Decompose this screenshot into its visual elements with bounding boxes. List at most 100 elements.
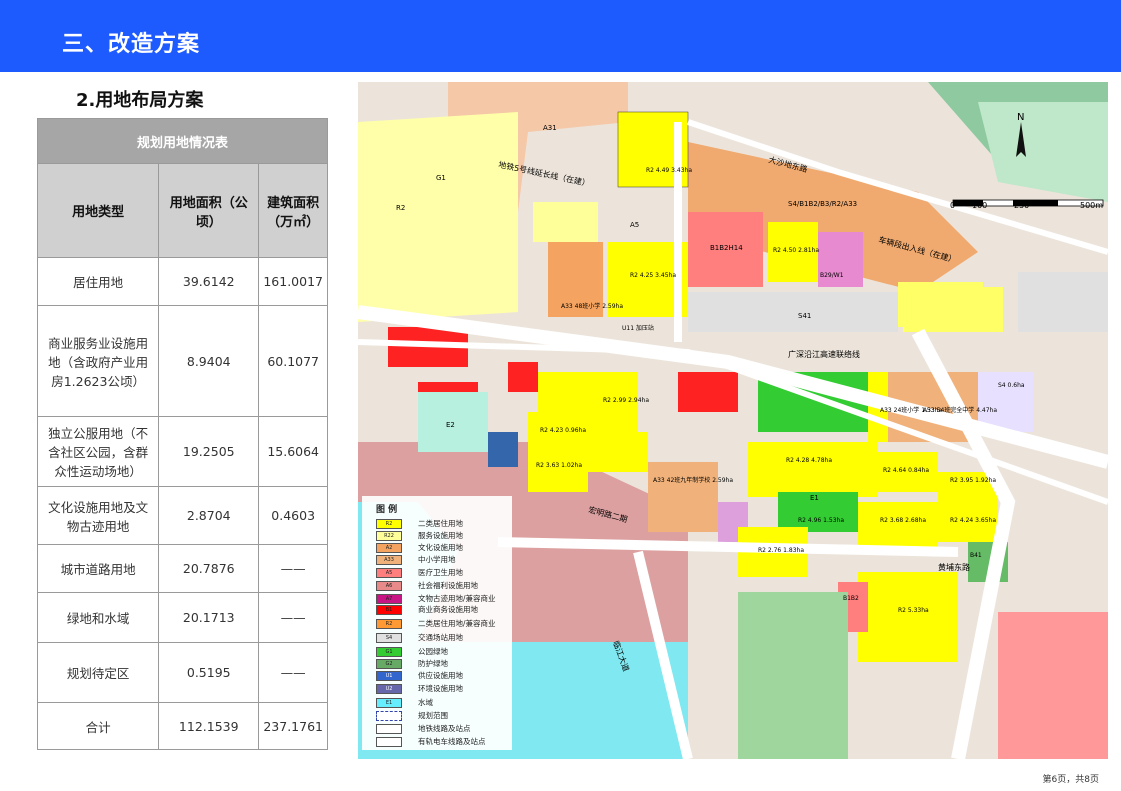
legend-label: 地铁线路及站点: [418, 724, 471, 733]
legend-swatch: A2: [376, 543, 402, 553]
zone-label: S4 0.6ha: [998, 382, 1025, 389]
table-row: 绿地和水域 20.1713 ——: [36, 592, 328, 643]
cell-floor: ——: [258, 544, 328, 593]
cell-floor: 60.1077: [258, 305, 328, 417]
legend-swatch: G1: [376, 647, 402, 657]
metro-line-icon: [376, 724, 402, 734]
scale-0: 0: [950, 201, 955, 210]
page-number: 第6页，共8页: [1042, 775, 1099, 785]
title-banner: 三、改造方案: [0, 0, 1121, 72]
zone-label: R2 4.28 4.78ha: [786, 457, 832, 464]
zone-label: S41: [798, 312, 811, 320]
section-subtitle: 2.用地布局方案: [76, 90, 204, 111]
legend-swatch: A33: [376, 555, 402, 565]
table-row: 规划待定区 0.5195 ——: [36, 642, 328, 703]
legend-swatch: B1: [376, 605, 402, 615]
column-header-area: 用地面积（公顷）: [158, 163, 260, 258]
scale-500: 500m: [1080, 201, 1103, 210]
cell-area: 0.5195: [158, 642, 260, 703]
cell-type: 规划待定区: [36, 642, 160, 703]
legend-item: B1 商业商务设施用地: [376, 604, 512, 615]
cell-floor: ——: [258, 642, 328, 703]
tram-line-icon: [376, 737, 402, 747]
legend-swatch: A5: [376, 568, 402, 578]
legend-item: R2 二类居住用地/兼容商业: [376, 618, 512, 629]
legend-label: 社会福利设施用地: [418, 581, 478, 590]
zone-label: R2 5.33ha: [898, 607, 929, 614]
land-use-table: 规划用地情况表 用地类型 用地面积（公顷） 建筑面积（万㎡） 居住用地 39.6…: [36, 118, 328, 750]
table-row: 合计 112.1539 237.1761: [36, 702, 328, 750]
table-row: 城市道路用地 20.7876 ——: [36, 544, 328, 593]
legend-item: A2 文化设施用地: [376, 542, 512, 553]
legend-swatch: A7: [376, 594, 402, 604]
legend-item: G2 防护绿地: [376, 658, 512, 669]
legend-label: 规划范围: [418, 711, 448, 720]
legend-item: 地铁线路及站点: [376, 723, 512, 734]
legend-item: A33 中小学用地: [376, 554, 512, 565]
legend-label: 防护绿地: [418, 659, 448, 668]
table-row: 商业服务业设施用地（含政府产业用房1.2623公顷） 8.9404 60.107…: [36, 305, 328, 417]
legend-item: R2 二类居住用地: [376, 518, 512, 529]
cell-area: 39.6142: [158, 257, 260, 306]
legend-swatch-boundary: [376, 711, 402, 721]
road-label: 黄埔东路: [938, 562, 970, 572]
cell-type: 文化设施用地及文物古迹用地: [36, 486, 160, 545]
table-row: 独立公服用地（不含社区公园，含群众性运动场地） 19.2505 15.6064: [36, 416, 328, 487]
cell-floor: 0.4603: [258, 486, 328, 545]
cell-area: 2.8704: [158, 486, 260, 545]
legend-label: 二类居住用地: [418, 519, 463, 528]
legend-swatch: G2: [376, 659, 402, 669]
zone-label: B41: [970, 552, 982, 559]
zone-label: R2 4.50 2.81ha: [773, 247, 819, 254]
legend-swatch: R22: [376, 531, 402, 541]
legend-item: 规划范围: [376, 710, 512, 721]
scale-250: 250: [1014, 201, 1029, 210]
zone-label: R2 2.99 2.94ha: [603, 397, 649, 404]
zone-label: R2 3.95 1.92ha: [950, 477, 996, 484]
legend-swatch: U2: [376, 684, 402, 694]
legend-item: A7 文物古迹用地/兼容商业: [376, 593, 512, 604]
zone-label: R2 3.63 1.02ha: [536, 462, 582, 469]
cell-area: 19.2505: [158, 416, 260, 487]
legend-item: U2 环境设施用地: [376, 683, 512, 694]
cell-type: 合计: [36, 702, 160, 750]
zone-label: B1B2H14: [710, 244, 743, 252]
legend-label: 文化设施用地: [418, 543, 463, 552]
legend-item: A6 社会福利设施用地: [376, 580, 512, 591]
zone-label: R2 4.49 3.43ha: [646, 167, 692, 174]
cell-floor: 15.6064: [258, 416, 328, 487]
zone-label: E1: [810, 494, 819, 502]
zone-label: R2 4.96 1.53ha: [798, 517, 844, 524]
north-label: N: [1017, 112, 1024, 123]
zone-label: B29/W1: [820, 272, 844, 279]
legend-label: 环境设施用地: [418, 684, 463, 693]
legend-label: 服务设施用地: [418, 531, 463, 540]
zone-label: G1: [436, 174, 446, 182]
page-title: 三、改造方案: [62, 32, 201, 57]
table-caption: 规划用地情况表: [37, 118, 328, 164]
legend-swatch: S4: [376, 633, 402, 643]
zone-label: A5: [630, 221, 639, 229]
legend-label: 交通场站用地: [418, 633, 463, 642]
zone-label: R2 2.76 1.83ha: [758, 547, 804, 554]
zone-label: B1B2: [843, 595, 859, 602]
cell-type: 商业服务业设施用地（含政府产业用房1.2623公顷）: [36, 305, 160, 417]
legend-item: S4 交通场站用地: [376, 632, 512, 643]
cell-type: 城市道路用地: [36, 544, 160, 593]
table-row: 居住用地 39.6142 161.0017: [36, 257, 328, 306]
legend-label: 商业商务设施用地: [418, 605, 478, 614]
cell-area: 20.1713: [158, 592, 260, 643]
legend-item: U1 供应设施用地: [376, 670, 512, 681]
legend-title: 图 例: [376, 505, 398, 515]
legend-label: 二类居住用地/兼容商业: [418, 619, 496, 628]
zone-label: U11 加压站: [622, 324, 654, 332]
legend-swatch: E1: [376, 698, 402, 708]
legend-label: 有轨电车线路及站点: [418, 737, 486, 746]
zone-label: E2: [446, 421, 455, 429]
cell-type: 居住用地: [36, 257, 160, 306]
zone-label: A33 42班九年制学校 2.59ha: [653, 476, 733, 484]
road-label: 广深沿江高速联络线: [788, 349, 860, 359]
zone-label: R2 4.23 0.96ha: [540, 427, 586, 434]
zone-label: R2: [396, 204, 405, 212]
cell-type: 独立公服用地（不含社区公园，含群众性运动场地）: [36, 416, 160, 487]
